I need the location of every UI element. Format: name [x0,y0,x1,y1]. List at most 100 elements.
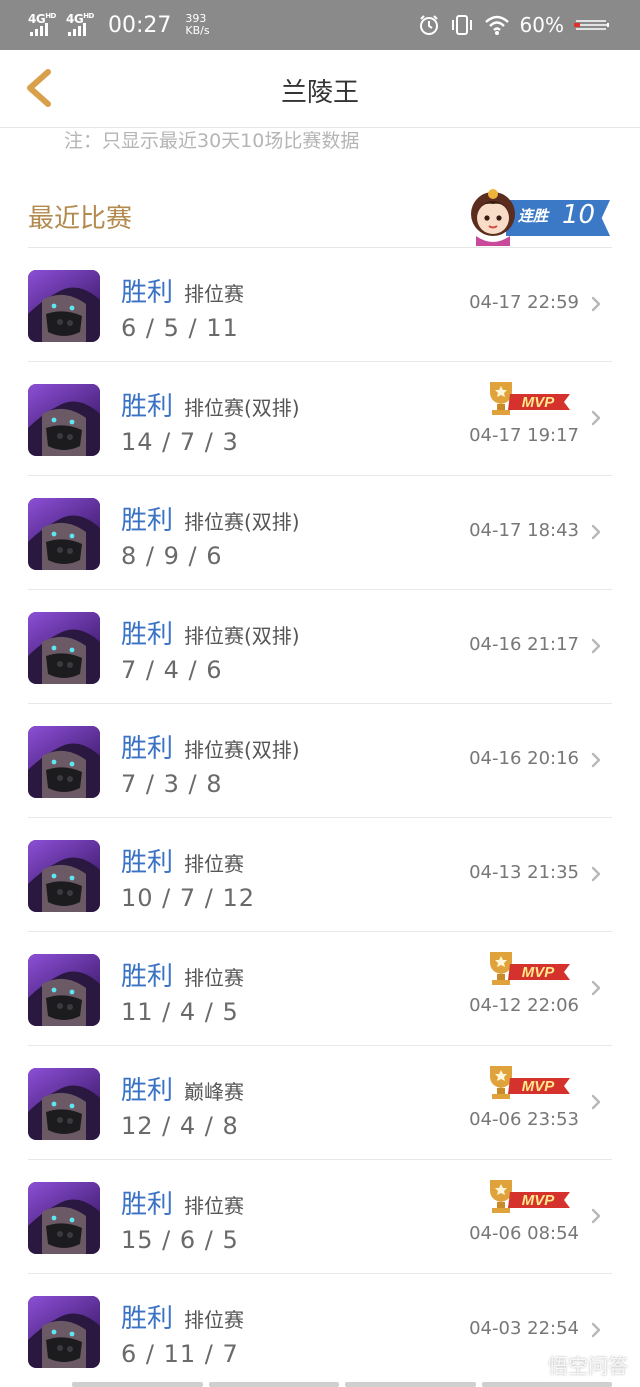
chevron-right-icon [591,866,601,882]
watermark: 悟空问答 [522,1350,628,1379]
battery-icon [574,20,609,30]
chevron-right-icon [591,296,601,312]
chevron-right-icon [591,980,601,996]
note-text: 注：只显示最近30天10场比赛数据 [64,130,360,152]
match-list: 胜利 排位赛 6 / 5 / 11 04-17 22:59 胜利 排位赛(双排)… [28,248,612,1387]
match-result: 胜利 [121,278,174,308]
hero-avatar [28,726,100,798]
alarm-icon [419,15,438,35]
chevron-right-icon [591,752,601,768]
match-mode: 排位赛 [184,966,244,990]
hero-avatar-icon [28,726,100,798]
match-date: 04-16 21:17 [469,634,579,655]
hero-avatar-icon [28,840,100,912]
match-kda: 6 / 5 / 11 [121,314,239,342]
hero-avatar-icon [28,498,100,570]
match-date: 04-17 18:43 [469,520,579,541]
match-kda: 12 / 4 / 8 [121,1112,239,1140]
match-result: 胜利 [121,1076,174,1106]
match-result: 胜利 [121,734,174,764]
match-kda: 7 / 4 / 6 [121,656,223,684]
match-mode: 排位赛(双排) [184,738,300,762]
match-result: 胜利 [121,1190,174,1220]
section-title: 最近比赛 [28,204,133,234]
match-result: 胜利 [121,506,174,536]
hero-avatar-icon [28,384,100,456]
signal-icon: 4GHD [66,10,96,40]
hero-avatar [28,612,100,684]
hero-avatar [28,1068,100,1140]
mvp-trophy-icon: MVP [486,1176,572,1216]
match-row[interactable]: 胜利 巅峰赛 12 / 4 / 8 MVP 04-06 23:53 [28,1046,612,1160]
match-date: 04-17 19:17 [469,425,579,446]
match-kda: 11 / 4 / 5 [121,998,239,1026]
match-date: 04-06 08:54 [469,1223,579,1244]
match-mode: 排位赛(双排) [184,396,300,420]
match-row[interactable]: 胜利 排位赛(双排) 14 / 7 / 3 MVP 04-17 19:17 [28,362,612,476]
match-mode: 巅峰赛 [184,1080,244,1104]
match-date: 04-06 23:53 [469,1109,579,1130]
match-mode: 排位赛(双排) [184,624,300,648]
chevron-right-icon [591,410,601,426]
match-row[interactable]: 胜利 排位赛(双排) 8 / 9 / 6 04-17 18:43 [28,476,612,590]
hero-avatar [28,840,100,912]
wifi-icon [484,15,509,35]
match-kda: 8 / 9 / 6 [121,542,223,570]
match-kda: 6 / 11 / 7 [121,1340,239,1368]
match-row[interactable]: 胜利 排位赛 15 / 6 / 5 MVP 04-06 08:54 [28,1160,612,1274]
battery-percent: 60% [519,13,564,37]
hero-avatar [28,1296,100,1368]
match-kda: 15 / 6 / 5 [121,1226,239,1254]
hero-avatar-icon [28,270,100,342]
match-mode: 排位赛 [184,1194,244,1218]
hero-avatar-icon [28,612,100,684]
match-row[interactable]: 胜利 排位赛 10 / 7 / 12 04-13 21:35 [28,818,612,932]
match-result: 胜利 [121,848,174,878]
match-result: 胜利 [121,962,174,992]
match-mode: 排位赛 [184,282,244,306]
hero-avatar [28,1182,100,1254]
network-speed: 393 KB/s [185,12,210,37]
hero-avatar-icon [28,1296,100,1368]
vibrate-icon [451,15,472,35]
hero-avatar [28,954,100,1026]
match-kda: 10 / 7 / 12 [121,884,256,912]
mvp-trophy-icon: MVP [486,1062,572,1102]
character-mascot-icon [471,189,515,246]
watermark-logo-icon [522,1353,544,1376]
page-title: 兰陵王 [280,78,359,108]
svg-text:MVP: MVP [522,1078,556,1095]
match-row[interactable]: 胜利 排位赛(双排) 7 / 3 / 8 04-16 20:16 [28,704,612,818]
match-mode: 排位赛 [184,852,244,876]
chevron-right-icon [591,1208,601,1224]
match-date: 04-16 20:16 [469,748,579,769]
bottom-tabs-indicator [72,1382,612,1387]
match-date: 04-13 21:35 [469,862,579,883]
mvp-trophy-icon: MVP [486,948,572,988]
match-row[interactable]: 胜利 排位赛(双排) 7 / 4 / 6 04-16 21:17 [28,590,612,704]
match-result: 胜利 [121,1304,174,1334]
hero-avatar [28,270,100,342]
match-mode: 排位赛 [184,1308,244,1332]
hero-avatar [28,498,100,570]
match-kda: 14 / 7 / 3 [121,428,239,456]
hero-avatar [28,384,100,456]
chevron-right-icon [591,1322,601,1338]
chevron-right-icon [591,638,601,654]
match-mode: 排位赛(双排) [184,510,300,534]
hero-avatar-icon [28,954,100,1026]
status-bar: 4GHD 4GHD 00:27 393 KB/s 60% [0,0,640,50]
match-row[interactable]: 胜利 排位赛 11 / 4 / 5 MVP 04-12 22:06 [28,932,612,1046]
chevron-right-icon [591,524,601,540]
svg-text:MVP: MVP [522,1192,556,1209]
signal-icon: 4GHD [28,10,58,40]
win-streak-badge: 连胜 10 [462,184,612,248]
chevron-right-icon [591,1094,601,1110]
nav-bar: 兰陵王 [0,50,640,128]
svg-text:MVP: MVP [522,964,556,981]
match-date: 04-03 22:54 [469,1318,579,1339]
streak-count: 10 [562,200,596,230]
match-result: 胜利 [121,620,174,650]
clock: 00:27 [108,12,172,38]
match-row[interactable]: 胜利 排位赛 6 / 5 / 11 04-17 22:59 [28,248,612,362]
